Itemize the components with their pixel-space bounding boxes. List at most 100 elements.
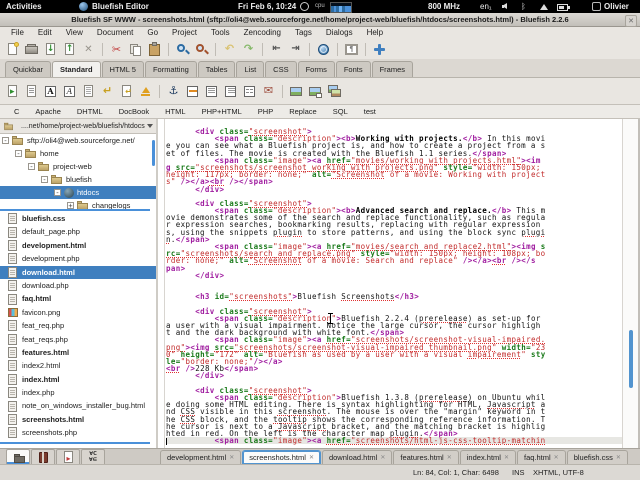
file-item-bluefish-css[interactable]: bluefish.css — [0, 212, 156, 225]
tree-item-project-web[interactable]: -project-web — [0, 160, 156, 173]
code-line[interactable]: s" /></a><br /></span> — [166, 178, 622, 185]
quickbar-tab-list[interactable]: List — [236, 61, 264, 77]
window-titlebar[interactable]: Bluefish SF WWW - screenshots.html (sftp… — [0, 13, 640, 27]
close-tab-icon[interactable]: ✕ — [554, 455, 559, 461]
editor-code[interactable]: <div class="screenshot"> <span class="de… — [166, 119, 622, 448]
doc-save-button[interactable] — [41, 40, 60, 58]
tree-item-htdocs[interactable]: -htdocs — [0, 186, 156, 199]
quickbar-tab-quickbar[interactable]: Quickbar — [5, 61, 51, 77]
clock[interactable]: Fri Feb 6, 10:24 — [238, 0, 296, 13]
volume-icon[interactable] — [502, 3, 507, 9]
app-menu-button[interactable]: Bluefish Editor — [92, 0, 149, 13]
current-code-line[interactable]: <span class="image"><a href="screenshots… — [166, 437, 622, 444]
doc-close-button[interactable] — [79, 40, 98, 58]
notification-icon[interactable] — [300, 2, 309, 11]
paste-button[interactable] — [145, 40, 164, 58]
keyboard-layout-indicator[interactable]: en₁ — [480, 0, 492, 13]
center-button[interactable] — [202, 82, 221, 100]
file-item-feat-reqs-php[interactable]: feat_reqs.php — [0, 333, 156, 346]
tree-horizontal-scrollbar[interactable] — [0, 209, 150, 211]
snippets-menu-c[interactable]: C — [6, 105, 27, 118]
find-button[interactable] — [173, 40, 192, 58]
menu-go[interactable]: Go — [140, 27, 165, 39]
quickbar-tab-formatting[interactable]: Formatting — [145, 61, 197, 77]
italic-button[interactable] — [60, 82, 79, 100]
paragraph-button[interactable] — [79, 82, 98, 100]
copy-button[interactable] — [126, 40, 145, 58]
code-line[interactable]: <br />228 Kb</span> — [166, 365, 622, 372]
activities-button[interactable]: Activities — [6, 0, 42, 13]
anchor-button[interactable] — [164, 82, 183, 100]
close-tab-icon[interactable]: ✕ — [447, 455, 452, 461]
menu-zencoding[interactable]: Zencoding — [237, 27, 288, 39]
file-item-index-html[interactable]: index.html — [0, 373, 156, 386]
quickbar-tab-standard[interactable]: Standard — [52, 61, 101, 77]
break-and-clear-button[interactable] — [117, 82, 136, 100]
menu-tools[interactable]: Tools — [204, 27, 237, 39]
menu-file[interactable]: File — [4, 27, 31, 39]
cpu-graph-applet[interactable] — [330, 2, 352, 13]
code-line[interactable]: s, using the snippets plugin to store pa… — [166, 229, 622, 236]
side-panel-tab-file-browser[interactable] — [6, 449, 30, 464]
document-tab-bluefish-css[interactable]: bluefish.css✕ — [567, 450, 628, 464]
cpu-frequency[interactable]: 800 MHz — [428, 0, 460, 13]
snippets-menu-php[interactable]: PHP — [250, 105, 281, 118]
quickbar-tab-html-5[interactable]: HTML 5 — [102, 61, 144, 77]
thumbnail-button[interactable] — [306, 82, 325, 100]
comment-button[interactable] — [240, 82, 259, 100]
close-tab-icon[interactable]: ✕ — [616, 455, 621, 461]
menu-project[interactable]: Project — [165, 27, 204, 39]
unindent-button[interactable] — [267, 40, 286, 58]
window-close-button[interactable]: ✕ — [625, 15, 637, 27]
snippets-menu-apache[interactable]: Apache — [27, 105, 68, 118]
code-line[interactable]: pan> — [166, 265, 622, 272]
code-line[interactable] — [166, 279, 622, 286]
quickbar-tab-css[interactable]: CSS — [265, 61, 296, 77]
file-item-index2-html[interactable]: index2.html — [0, 359, 156, 372]
side-panel-tab-snippets[interactable] — [56, 449, 80, 464]
file-item-screenshots-php[interactable]: screenshots.php — [0, 426, 156, 439]
multi-thumbnail-button[interactable] — [325, 82, 344, 100]
menu-edit[interactable]: Edit — [31, 27, 59, 39]
menu-help[interactable]: Help — [360, 27, 390, 39]
rule-button[interactable] — [183, 82, 202, 100]
close-tab-icon[interactable]: ✕ — [229, 455, 234, 461]
find-replace-button[interactable] — [192, 40, 211, 58]
collapse-icon[interactable]: - — [28, 163, 35, 170]
non-breaking-space-button[interactable] — [136, 82, 155, 100]
file-item-index-php[interactable]: index.php — [0, 386, 156, 399]
email-button[interactable] — [259, 82, 278, 100]
file-item-development-html[interactable]: development.html — [0, 239, 156, 252]
filelist-horizontal-scrollbar[interactable] — [0, 442, 150, 444]
file-item-default-page-php[interactable]: default_page.php — [0, 225, 156, 238]
indent-button[interactable] — [286, 40, 305, 58]
quickbar-tab-tables[interactable]: Tables — [198, 61, 236, 77]
file-item-features-html[interactable]: features.html — [0, 346, 156, 359]
code-line[interactable]: rder: none;" alt="Screenshot of a movie:… — [166, 257, 622, 264]
document-tab-screenshots-html[interactable]: screenshots.html✕ — [242, 450, 321, 464]
file-item-download-php[interactable]: download.php — [0, 279, 156, 292]
tree-item-home[interactable]: -home — [0, 147, 156, 160]
insert-image-button[interactable] — [287, 82, 306, 100]
nav-cross-button[interactable] — [370, 40, 389, 58]
file-item-faq-html[interactable]: faq.html — [0, 292, 156, 305]
collapse-icon[interactable]: - — [2, 137, 9, 144]
close-tab-icon[interactable]: ✕ — [380, 455, 385, 461]
side-panel-tab-charmap[interactable] — [81, 449, 105, 464]
document-tab-development-html[interactable]: development.html✕ — [160, 450, 241, 464]
editor-scrollbar-track[interactable] — [622, 119, 638, 448]
snippets-menu-test[interactable]: test — [356, 105, 384, 118]
special-characters-button[interactable] — [342, 40, 361, 58]
close-tab-icon[interactable]: ✕ — [504, 455, 509, 461]
undo-button[interactable] — [220, 40, 239, 58]
bluetooth-icon[interactable]: ᛒ — [521, 0, 526, 13]
snippets-menu-docbook[interactable]: DocBook — [111, 105, 157, 118]
code-line[interactable]: </div> — [166, 272, 622, 279]
tree-item-sftp-oli4-web-sourceforge-net[interactable]: -sftp://oli4@web.sourceforge.net/ — [0, 134, 156, 147]
collapse-icon[interactable]: - — [41, 176, 48, 183]
snippets-menu-html[interactable]: HTML — [157, 105, 193, 118]
document-tab-faq-html[interactable]: faq.html✕ — [517, 450, 566, 464]
code-line[interactable]: </div> — [166, 372, 622, 379]
quickbar-tab-frames[interactable]: Frames — [372, 61, 413, 77]
tree-vertical-scrollbar[interactable] — [152, 140, 155, 166]
